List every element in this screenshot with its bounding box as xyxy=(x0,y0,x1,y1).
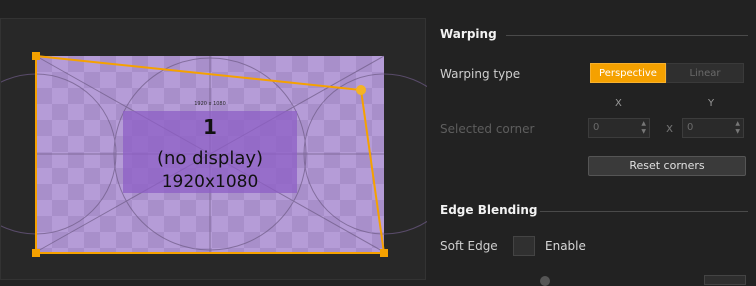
spin-arrows-icon[interactable]: ▲ ▼ xyxy=(641,120,646,136)
settings-panel: Warping Warping type Perspective Linear … xyxy=(430,0,756,286)
preview-panel: 1920 x 1080 1 (no display) 1920x1080 xyxy=(0,18,427,281)
test-pattern: 1920 x 1080 1 (no display) 1920x1080 xyxy=(1,55,427,253)
resolution-small-label: 1920 x 1080 xyxy=(194,101,226,107)
warping-type-label: Warping type xyxy=(440,67,521,81)
selected-corner-label: Selected corner xyxy=(440,122,535,136)
axis-x-label: X xyxy=(615,98,622,109)
value-field[interactable] xyxy=(704,275,746,285)
corner-handle-top-right[interactable] xyxy=(356,85,366,95)
coordinate-separator: x xyxy=(666,121,674,135)
display-status: (no display) xyxy=(157,148,263,169)
soft-edge-label: Soft Edge xyxy=(440,239,498,253)
corner-handle-bottom-left[interactable] xyxy=(32,249,40,257)
spin-arrows-icon[interactable]: ▲ ▼ xyxy=(735,120,740,136)
slider-handle-icon[interactable] xyxy=(540,276,550,286)
enable-label: Enable xyxy=(545,239,586,253)
axis-y-label: Y xyxy=(708,98,715,109)
warping-section-title: Warping xyxy=(440,27,497,41)
corner-x-spinbox[interactable]: 0 ▲ ▼ xyxy=(588,118,650,138)
preview-canvas[interactable]: 1920 x 1080 1 (no display) 1920x1080 xyxy=(1,19,427,281)
corner-x-value: 0 xyxy=(593,122,600,133)
corner-handle-top-left[interactable] xyxy=(32,52,40,60)
warping-divider xyxy=(506,35,748,36)
edge-blending-section-title: Edge Blending xyxy=(440,203,538,217)
edge-blending-divider xyxy=(540,211,748,212)
soft-edge-enable-checkbox[interactable] xyxy=(513,236,535,256)
perspective-option[interactable]: Perspective xyxy=(590,63,666,83)
display-resolution: 1920x1080 xyxy=(162,172,259,192)
corner-handle-bottom-right[interactable] xyxy=(380,249,388,257)
linear-option[interactable]: Linear xyxy=(666,63,744,83)
corner-y-spinbox[interactable]: 0 ▲ ▼ xyxy=(682,118,744,138)
corner-y-value: 0 xyxy=(687,122,694,133)
display-number: 1 xyxy=(203,115,217,139)
reset-corners-button[interactable]: Reset corners xyxy=(588,156,746,176)
